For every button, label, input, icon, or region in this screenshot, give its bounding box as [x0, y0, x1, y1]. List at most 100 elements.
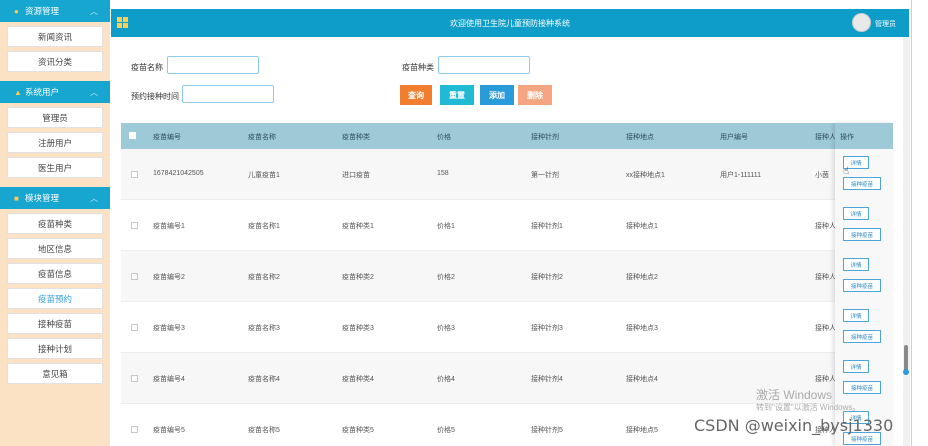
avatar[interactable] [852, 13, 871, 32]
table-cell: 接种针剂1 [531, 223, 563, 230]
sidebar-item-vaccination-plan[interactable]: 接种计划 [7, 338, 103, 359]
table-cell: 疫苗种类1 [342, 223, 374, 230]
vaccine-type-label: 疫苗种类 [402, 63, 434, 72]
search-form: 疫苗名称 疫苗种类 预约接种时间 查询 重置 添加 删除 [111, 37, 909, 122]
table-cell: 接种地点2 [626, 274, 658, 281]
sidebar-group-resource[interactable]: ● 资源管理 ︿ [0, 0, 110, 22]
column-header[interactable]: 价格 [437, 132, 451, 142]
column-header[interactable]: 用户编号 [720, 132, 748, 142]
vaccinate-button[interactable]: 接种疫苗 [843, 177, 881, 190]
row-checkbox[interactable] [131, 426, 138, 433]
table-cell: 价格1 [437, 223, 455, 230]
table-cell: 疫苗编号4 [153, 376, 185, 383]
booking-time-label: 预约接种时间 [131, 92, 179, 101]
table-row[interactable]: 疫苗编号1 疫苗名称1 疫苗种类1 价格1 接种针剂1 接种地点1 接种人1 [121, 200, 893, 251]
sidebar-item-region[interactable]: 地区信息 [7, 238, 103, 259]
sidebar-group-users[interactable]: ▲ 系统用户 ︿ [0, 81, 110, 103]
sidebar-group-modules[interactable]: ■ 模块管理 ︿ [0, 187, 110, 209]
row-checkbox[interactable] [131, 375, 138, 382]
sidebar-item-vaccine-info[interactable]: 疫苗信息 [7, 263, 103, 284]
detail-button[interactable]: 详情 [843, 309, 869, 322]
sidebar-item-vaccine-booking[interactable]: 疫苗预约 [7, 288, 103, 309]
sidebar-item-feedback[interactable]: 意见箱 [7, 363, 103, 384]
window-edge [911, 0, 912, 446]
table-cell: 价格4 [437, 376, 455, 383]
detail-button[interactable]: 详情 [843, 207, 869, 220]
row-checkbox[interactable] [131, 273, 138, 280]
activate-windows-sub: 转到"设置"以激活 Windows。 [756, 403, 861, 412]
table-cell: 疫苗种类2 [342, 274, 374, 281]
table-row[interactable]: 疫苗编号3 疫苗名称3 疫苗种类3 价格3 接种针剂3 接种地点3 接种人3 [121, 302, 893, 353]
sidebar-item-vaccine-type[interactable]: 疫苗种类 [7, 213, 103, 234]
add-button[interactable]: 添加 [480, 85, 514, 105]
query-button[interactable]: 查询 [400, 85, 432, 105]
table-cell: 接种地点4 [626, 376, 658, 383]
column-header[interactable]: 接种针剂 [531, 132, 559, 142]
reset-button[interactable]: 重置 [440, 85, 474, 105]
table-cell: 疫苗种类4 [342, 376, 374, 383]
column-header[interactable]: 疫苗编号 [153, 132, 181, 142]
table-cell: 接种针剂2 [531, 274, 563, 281]
vaccine-name-label: 疫苗名称 [131, 63, 163, 72]
scroll-handle[interactable] [903, 369, 909, 375]
sidebar-item-doctor-users[interactable]: 医生用户 [7, 157, 103, 178]
vaccinate-button[interactable]: 接种疫苗 [843, 381, 881, 394]
vaccinate-button[interactable]: 接种疫苗 [843, 228, 881, 241]
table-row[interactable]: 1678421042505 儿童疫苗1 进口疫苗 158 第一针剂 xx接种地点1 用户1-… [121, 149, 893, 200]
vaccine-name-input[interactable] [167, 56, 259, 74]
table-cell: 疫苗编号1 [153, 223, 185, 230]
sidebar-group-title: 模块管理 [25, 193, 60, 203]
cursor-icon: ☝ [843, 166, 850, 177]
sidebar-item-news[interactable]: 新闻资讯 [7, 26, 103, 47]
table-cell: 158 [437, 170, 449, 177]
select-all-checkbox[interactable] [129, 132, 136, 139]
sidebar-group-title: 资源管理 [25, 6, 60, 16]
sidebar-item-news-category[interactable]: 资讯分类 [7, 51, 103, 72]
delete-button[interactable]: 删除 [518, 85, 552, 105]
table-cell: 疫苗编号2 [153, 274, 185, 281]
vaccinate-button[interactable]: 接种疫苗 [843, 330, 881, 343]
table-cell: 价格3 [437, 325, 455, 332]
chevron-up-icon[interactable]: ︿ [90, 87, 98, 98]
table-cell: 疫苗名称5 [248, 427, 280, 434]
chevron-up-icon[interactable]: ︿ [90, 193, 98, 204]
vaccinate-button[interactable]: 接种疫苗 [843, 279, 881, 292]
csdn-watermark: CSDN @weixin_bysj1330 [694, 416, 894, 435]
sidebar-group-title: 系统用户 [25, 87, 60, 97]
detail-button[interactable]: 详情 [843, 258, 869, 271]
sidebar-item-registered-users[interactable]: 注册用户 [7, 132, 103, 153]
chevron-up-icon[interactable]: ︿ [90, 6, 98, 17]
row-checkbox[interactable] [131, 171, 138, 178]
table-cell: 进口疫苗 [342, 172, 370, 179]
operation-header: 操作 [835, 123, 893, 149]
table-cell: 接种针剂5 [531, 427, 563, 434]
column-header[interactable]: 疫苗种类 [342, 132, 370, 142]
activate-windows-watermark: 激活 Windows [756, 388, 833, 402]
location-pin-icon: ● [14, 6, 19, 16]
table-cell: 价格2 [437, 274, 455, 281]
table-cell: 接种针剂4 [531, 376, 563, 383]
table-row[interactable]: 疫苗编号2 疫苗名称2 疫苗种类2 价格2 接种针剂2 接种地点2 接种人2 [121, 251, 893, 302]
table-cell: 价格5 [437, 427, 455, 434]
booking-time-input[interactable] [182, 85, 274, 103]
row-checkbox[interactable] [131, 324, 138, 331]
table-cell: 疫苗种类3 [342, 325, 374, 332]
table-header: 疫苗编号 疫苗名称 疫苗种类 价格 接种针剂 接种地点 用户编号 接种人 [121, 123, 893, 149]
column-header[interactable]: 疫苗名称 [248, 132, 276, 142]
column-header[interactable]: 接种地点 [626, 132, 654, 142]
user-icon: ▲ [14, 87, 22, 97]
row-checkbox[interactable] [131, 222, 138, 229]
table-cell: 接种地点3 [626, 325, 658, 332]
username[interactable]: 管理员 [875, 19, 896, 29]
table-cell: 第一针剂 [531, 172, 559, 179]
sidebar-item-admin[interactable]: 管理员 [7, 107, 103, 128]
vaccine-type-input[interactable] [438, 56, 530, 74]
sidebar-item-vaccination[interactable]: 接种疫苗 [7, 313, 103, 334]
table-cell: 疫苗编号3 [153, 325, 185, 332]
table-cell: 疫苗名称4 [248, 376, 280, 383]
sidebar: ● 资源管理 ︿ 新闻资讯 资讯分类 ▲ 系统用户 ︿ 管理员 注册用户 医生用… [0, 0, 110, 446]
column-header[interactable]: 接种人 [815, 132, 836, 142]
scrollbar[interactable] [903, 37, 910, 446]
table-cell: xx接种地点1 [626, 172, 665, 179]
detail-button[interactable]: 详情 [843, 360, 869, 373]
